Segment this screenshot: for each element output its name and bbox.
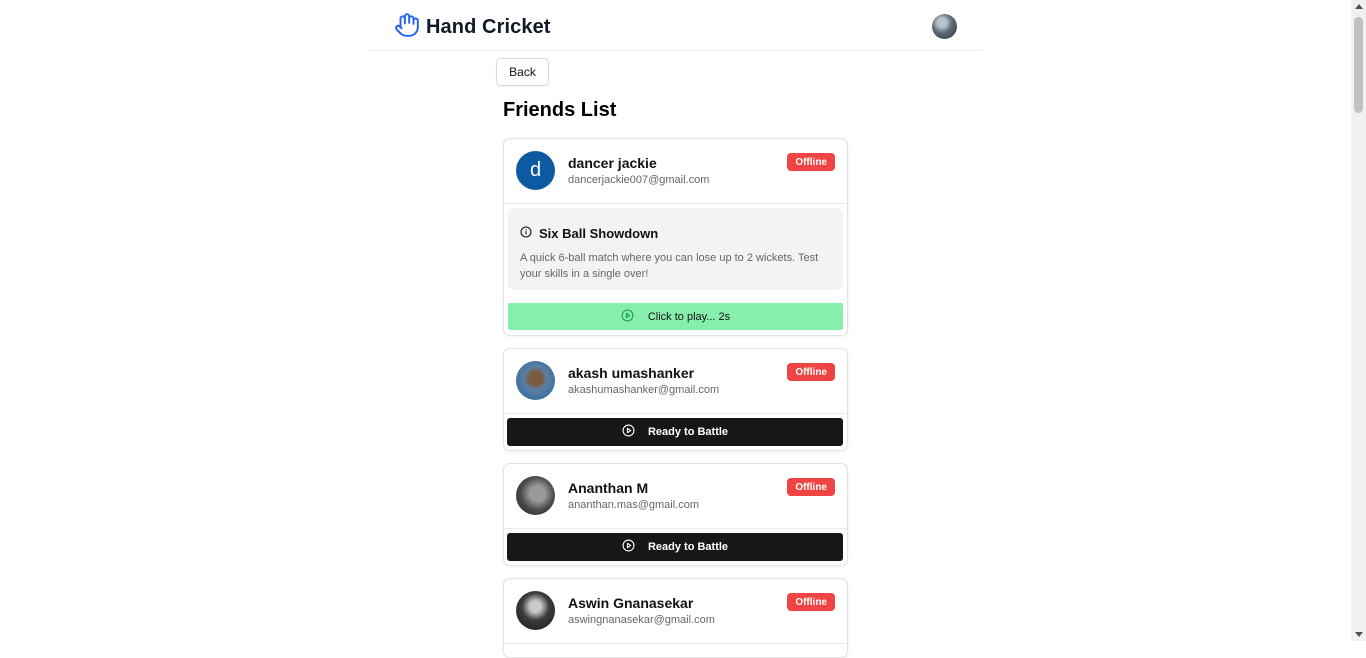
friend-email: akashumashanker@gmail.com [568,384,720,396]
friend-card: Aswin Gnanasekar aswingnanasekar@gmail.c… [503,578,848,658]
game-title-text: Six Ball Showdown [539,226,659,241]
scroll-down-arrow-icon[interactable] [1355,632,1363,637]
hand-icon [394,12,420,43]
scrollbar[interactable] [1351,0,1366,641]
friend-name: akash umashanker [568,365,695,381]
friend-card: akash umashanker akashumashanker@gmail.c… [503,348,848,451]
friend-card: d dancer jackie dancerjackie007@gmail.co… [503,138,848,336]
friend-name: Aswin Gnanasekar [568,595,694,611]
status-badge: Offline [787,593,835,611]
avatar [516,361,555,400]
play-icon [622,539,648,555]
friend-card: Ananthan M ananthan.mas@gmail.com Offlin… [503,463,848,566]
brand[interactable]: Hand Cricket [394,12,551,43]
friend-email: ananthan.mas@gmail.com [568,499,700,511]
friend-name: Ananthan M [568,480,649,496]
ready-to-battle-button[interactable]: Ready to Battle [507,418,843,446]
battle-label: Ready to Battle [647,541,729,553]
avatar: d [516,151,555,190]
avatar [516,591,555,630]
friend-email: aswingnanasekar@gmail.com [568,614,715,626]
friend-card-header: Ananthan M ananthan.mas@gmail.com Offlin… [504,464,847,529]
back-button[interactable]: Back [496,58,549,86]
click-to-play-button[interactable]: Click to play... 2s [508,303,843,330]
top-header: Hand Cricket [368,0,983,51]
game-title: Six Ball Showdown [520,226,658,241]
play-icon [621,309,648,325]
info-icon [520,226,539,241]
game-description: A quick 6-ball match where you can lose … [520,252,819,280]
friend-card-header: d dancer jackie dancerjackie007@gmail.co… [504,139,847,204]
status-badge: Offline [787,478,835,496]
play-icon [622,424,648,440]
friend-card-header: Aswin Gnanasekar aswingnanasekar@gmail.c… [504,579,847,644]
play-label: Click to play... 2s [647,310,731,323]
friend-email: dancerjackie007@gmail.com [568,174,710,186]
user-avatar[interactable] [932,14,957,39]
status-badge: Offline [787,363,835,381]
ready-to-battle-button[interactable]: Ready to Battle [507,533,843,561]
battle-label: Ready to Battle [647,426,729,438]
page-title: Friends List [503,99,617,121]
scroll-up-arrow-icon[interactable] [1355,4,1363,9]
friend-name: dancer jackie [568,155,657,171]
avatar [516,476,555,515]
app-title: Hand Cricket [426,16,551,38]
friend-card-header: akash umashanker akashumashanker@gmail.c… [504,349,847,414]
scroll-thumb[interactable] [1354,17,1363,113]
game-info-box: Six Ball Showdown A quick 6-ball match w… [508,208,843,290]
status-badge: Offline [787,153,835,171]
